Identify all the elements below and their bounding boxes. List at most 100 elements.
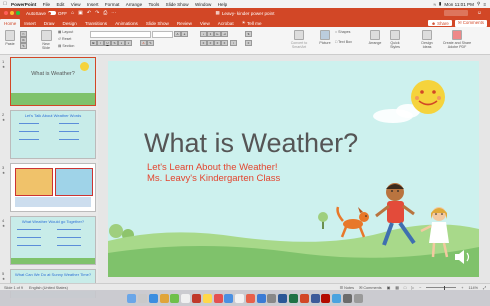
- close-window-button[interactable]: [4, 11, 8, 15]
- superscript-icon[interactable]: x: [118, 40, 125, 46]
- facetime-icon[interactable]: [235, 293, 245, 303]
- slide-subtitle-line-2[interactable]: Ms. Leavy's Kindergarten Class: [147, 173, 280, 184]
- menu-clock[interactable]: Mon 11:01 PM: [444, 2, 474, 7]
- strikethrough-icon[interactable]: S: [111, 40, 118, 46]
- slide-thumbnail-1[interactable]: What is Weather?: [10, 57, 96, 106]
- menu-arrange[interactable]: Arrange: [123, 2, 146, 7]
- menu-file[interactable]: File: [39, 2, 53, 7]
- app-store-icon[interactable]: [256, 293, 266, 303]
- numbering-icon[interactable]: 1: [207, 31, 214, 37]
- new-slide-button[interactable]: New Slide: [38, 30, 54, 50]
- tab-transitions[interactable]: Transitions: [81, 19, 111, 27]
- settings-icon[interactable]: [267, 293, 277, 303]
- calendar-icon[interactable]: [191, 293, 201, 303]
- zoom-app-icon[interactable]: [332, 293, 342, 303]
- reading-view-icon[interactable]: □: [404, 286, 406, 290]
- font-color-icon[interactable]: A: [140, 40, 147, 46]
- comments-button[interactable]: ✉ Comments: [454, 19, 487, 27]
- menu-help[interactable]: Help: [215, 2, 231, 7]
- highlight-icon[interactable]: ✎: [147, 40, 154, 46]
- finder-icon[interactable]: [127, 293, 137, 303]
- align-center-icon[interactable]: ≡: [207, 40, 214, 46]
- trash-icon[interactable]: [353, 293, 363, 303]
- more-icon[interactable]: ⋯: [111, 10, 116, 16]
- slide-subtitle[interactable]: Let's Learn About the Weather!: [147, 162, 278, 173]
- create-share-pdf-button[interactable]: Create and Share Adobe PDF: [440, 30, 474, 49]
- align-right-icon[interactable]: ≡: [214, 40, 221, 46]
- reset-button[interactable]: ↺ Reset: [58, 37, 71, 41]
- messages-icon[interactable]: [170, 293, 180, 303]
- menu-edit[interactable]: Edit: [53, 2, 67, 7]
- text-direction-icon[interactable]: ⇅: [245, 31, 252, 37]
- acrobat-icon[interactable]: [321, 293, 331, 303]
- battery-icon[interactable]: ▮: [439, 1, 442, 7]
- language-indicator[interactable]: English (United States): [29, 286, 68, 290]
- italic-icon[interactable]: I: [97, 40, 104, 46]
- home-icon[interactable]: ⌂: [71, 10, 74, 16]
- tab-animations[interactable]: Animations: [111, 19, 142, 27]
- increase-indent-icon[interactable]: ⇥: [221, 31, 228, 37]
- undo-icon[interactable]: ↶: [87, 10, 91, 16]
- font-name-field[interactable]: [90, 31, 151, 38]
- reminders-icon[interactable]: [213, 293, 223, 303]
- slide-thumbnail-2[interactable]: Let's Talk About Weather Words: [10, 110, 96, 159]
- redo-icon[interactable]: ↷: [95, 10, 99, 16]
- save-icon[interactable]: ▣: [78, 10, 83, 16]
- notes-app-icon[interactable]: [202, 293, 212, 303]
- zoom-in-icon[interactable]: +: [461, 286, 463, 290]
- print-icon[interactable]: ⎙: [103, 10, 107, 16]
- autosave-switch[interactable]: [47, 11, 56, 15]
- menu-window[interactable]: Window: [192, 2, 215, 7]
- tab-home[interactable]: Home: [0, 19, 21, 27]
- smiley-feedback-icon[interactable]: ☺: [477, 10, 482, 16]
- shapes-button[interactable]: ○ Shapes: [335, 30, 350, 34]
- excel-icon[interactable]: [289, 293, 299, 303]
- zoom-slider[interactable]: [426, 285, 457, 290]
- photos-icon[interactable]: [181, 293, 191, 303]
- fit-slide-icon[interactable]: ⤢: [483, 286, 486, 290]
- menu-format[interactable]: Format: [102, 2, 123, 7]
- menu-tools[interactable]: Tools: [145, 2, 162, 7]
- menu-app-name[interactable]: PowerPoint: [10, 2, 39, 7]
- format-painter-icon[interactable]: ✎: [20, 43, 27, 49]
- layout-button[interactable]: ▦ Layout: [58, 30, 73, 34]
- tab-design[interactable]: Design: [59, 19, 81, 27]
- bold-icon[interactable]: B: [90, 40, 97, 46]
- menu-insert[interactable]: Insert: [84, 2, 102, 7]
- font-size-field[interactable]: [152, 31, 173, 38]
- downloads-icon[interactable]: [343, 293, 353, 303]
- chrome-icon[interactable]: [159, 293, 169, 303]
- subscript-icon[interactable]: x: [125, 40, 132, 46]
- apple-icon[interactable]: : [0, 1, 10, 7]
- tab-view[interactable]: View: [196, 19, 214, 27]
- slide-thumbnail-3[interactable]: [10, 163, 96, 212]
- quick-styles-button[interactable]: Quick Styles: [387, 30, 403, 49]
- underline-icon[interactable]: U: [104, 40, 111, 46]
- zoom-out-icon[interactable]: −: [419, 286, 421, 290]
- tab-acrobat[interactable]: Acrobat: [214, 19, 238, 27]
- increase-font-icon[interactable]: A: [174, 31, 181, 37]
- tab-draw[interactable]: Draw: [40, 19, 59, 27]
- maps-icon[interactable]: [224, 293, 234, 303]
- decrease-font-icon[interactable]: a: [181, 31, 188, 37]
- onenote-icon[interactable]: [310, 293, 320, 303]
- section-button[interactable]: ▤ Section: [58, 44, 74, 48]
- music-icon[interactable]: [245, 293, 255, 303]
- search-icon[interactable]: ⚲: [477, 1, 480, 7]
- convert-smartart-button[interactable]: Convert to SmartArt: [286, 30, 312, 49]
- paste-button[interactable]: Paste: [3, 30, 17, 46]
- current-slide[interactable]: What is Weather? Let's Learn About the W…: [108, 61, 479, 277]
- decrease-indent-icon[interactable]: ⇤: [214, 31, 221, 37]
- autosave-toggle[interactable]: AutoSave OFF: [26, 11, 67, 16]
- line-spacing-icon[interactable]: ↕: [230, 40, 237, 46]
- safari-icon[interactable]: [148, 293, 158, 303]
- align-left-icon[interactable]: ≡: [200, 40, 207, 46]
- launchpad-icon[interactable]: [137, 293, 147, 303]
- slide-title[interactable]: What is Weather?: [144, 128, 358, 159]
- text-box-button[interactable]: □ Text Box: [335, 40, 352, 44]
- slide-thumbnail-4[interactable]: What Weather Would go Together?: [10, 216, 96, 265]
- zoom-level[interactable]: 114%: [469, 286, 478, 290]
- minimize-window-button[interactable]: [10, 11, 14, 15]
- tab-review[interactable]: Review: [173, 19, 196, 27]
- justify-icon[interactable]: ≡: [221, 40, 228, 46]
